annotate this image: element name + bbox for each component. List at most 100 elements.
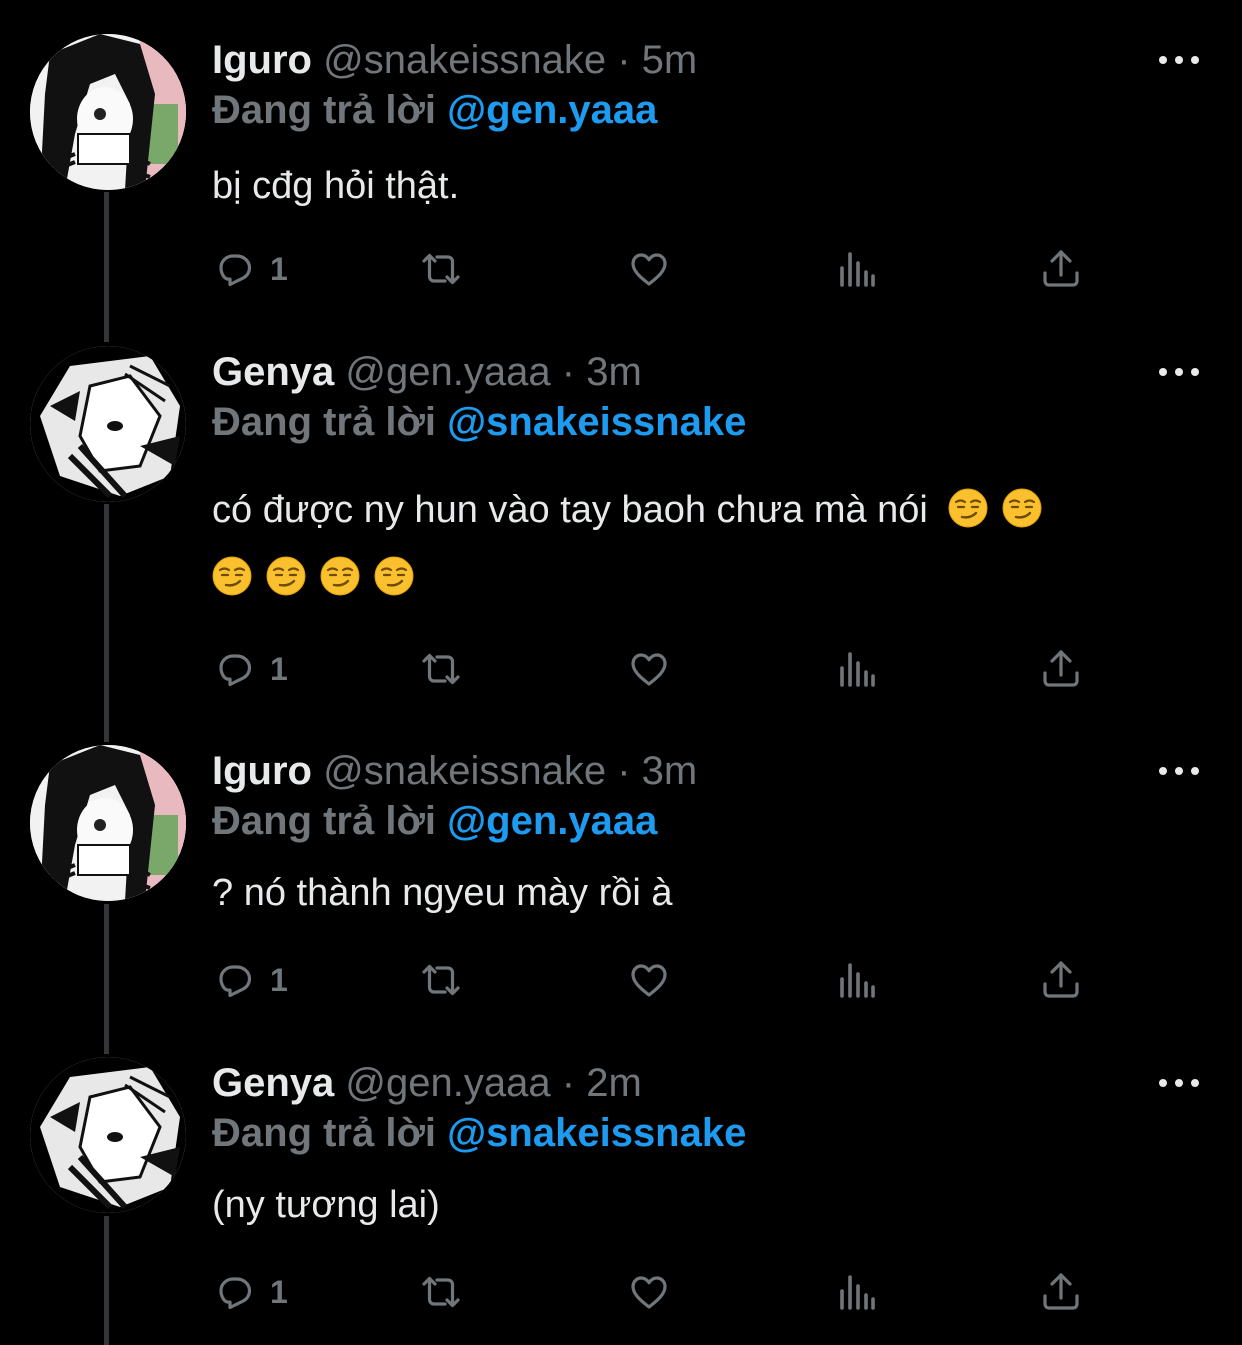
- iguro-avatar: [30, 745, 186, 901]
- views-button[interactable]: [833, 244, 879, 294]
- reply-count: 1: [270, 650, 288, 687]
- like-icon: [631, 253, 667, 286]
- reply-count: 1: [270, 250, 288, 287]
- like-button[interactable]: [626, 955, 672, 1005]
- thread-line: [104, 904, 109, 1054]
- views-icon: [840, 252, 875, 287]
- action-bar: 1: [212, 644, 1092, 694]
- display-name[interactable]: Iguro: [212, 749, 312, 793]
- smirking-face-icon: [374, 556, 414, 596]
- display-name[interactable]: Genya: [212, 350, 334, 394]
- replying-to: Đang trả lời @gen.yaaa: [212, 795, 657, 847]
- avatar[interactable]: [30, 346, 186, 502]
- share-button[interactable]: [1038, 644, 1084, 694]
- genya-avatar: [30, 1057, 186, 1213]
- user-handle[interactable]: @snakeissnake: [323, 38, 606, 82]
- retweet-icon: [422, 253, 460, 285]
- views-icon: [840, 1275, 875, 1310]
- share-icon: [1043, 1273, 1079, 1310]
- smirking-face-icon: [948, 488, 989, 528]
- tweet-text-content: có được ny hun vào tay baoh chưa mà nói: [212, 489, 928, 531]
- thread-line: [104, 192, 109, 342]
- tweet-text: có được ny hun vào tay baoh chưa mà nói: [212, 476, 1202, 612]
- reply-button[interactable]: 1: [212, 1267, 288, 1317]
- more-icon[interactable]: [1157, 50, 1201, 70]
- avatar[interactable]: [30, 1057, 186, 1213]
- user-handle[interactable]: @snakeissnake: [323, 749, 606, 793]
- tweet-header: Iguro @snakeissnake · 5m: [212, 34, 697, 86]
- avatar[interactable]: [30, 34, 186, 190]
- replying-to: Đang trả lời @snakeissnake: [212, 396, 746, 448]
- smirking-face-icon: [266, 556, 306, 596]
- thread-line: [104, 504, 109, 742]
- action-bar: 1: [212, 1267, 1092, 1317]
- share-button[interactable]: [1038, 244, 1084, 294]
- tweet-header: Genya @gen.yaaa · 3m: [212, 346, 642, 398]
- retweet-icon: [422, 964, 460, 996]
- share-button[interactable]: [1038, 955, 1084, 1005]
- like-icon: [631, 964, 667, 997]
- tweet-text: (ny tương lai): [212, 1184, 440, 1226]
- tweet-text: ? nó thành ngyeu mày rồi à: [212, 872, 673, 914]
- timestamp[interactable]: 5m: [642, 38, 698, 82]
- timestamp[interactable]: 3m: [586, 350, 642, 394]
- views-icon: [840, 652, 875, 687]
- avatar[interactable]: [30, 745, 186, 901]
- replying-to: Đang trả lời @gen.yaaa: [212, 84, 657, 136]
- share-icon: [1043, 961, 1079, 998]
- smirking-face-icon: [212, 556, 252, 596]
- genya-avatar: [30, 346, 186, 502]
- like-button[interactable]: [626, 1267, 672, 1317]
- display-name[interactable]: Iguro: [212, 38, 312, 82]
- views-icon: [840, 963, 875, 998]
- reply-icon: [219, 1277, 252, 1310]
- smirking-face-icon: [320, 556, 360, 596]
- reply-icon: [219, 965, 252, 998]
- like-button[interactable]: [626, 244, 672, 294]
- replying-to-user[interactable]: @snakeissnake: [447, 400, 746, 444]
- more-icon[interactable]: [1157, 761, 1201, 781]
- views-button[interactable]: [833, 955, 879, 1005]
- timestamp[interactable]: 2m: [586, 1061, 642, 1105]
- like-icon: [631, 653, 667, 686]
- reply-count: 1: [270, 961, 288, 998]
- separator-dot: ·: [617, 38, 631, 82]
- thread-line: [104, 1216, 109, 1345]
- retweet-icon: [422, 1276, 460, 1308]
- replying-to-label: Đang trả lời: [212, 799, 437, 843]
- reply-count: 1: [270, 1273, 288, 1310]
- views-button[interactable]: [833, 1267, 879, 1317]
- replying-to-label: Đang trả lời: [212, 400, 437, 444]
- reply-button[interactable]: 1: [212, 644, 288, 694]
- retweet-button[interactable]: [418, 1267, 464, 1317]
- tweet-header: Iguro @snakeissnake · 3m: [212, 745, 697, 797]
- views-button[interactable]: [833, 644, 879, 694]
- like-button[interactable]: [626, 644, 672, 694]
- share-button[interactable]: [1038, 1267, 1084, 1317]
- timestamp[interactable]: 3m: [642, 749, 698, 793]
- replying-to-user[interactable]: @gen.yaaa: [447, 799, 657, 843]
- replying-to-user[interactable]: @gen.yaaa: [447, 88, 657, 132]
- more-icon[interactable]: [1157, 1073, 1201, 1093]
- replying-to: Đang trả lời @snakeissnake: [212, 1107, 746, 1159]
- smirking-face-icon: [1002, 488, 1043, 528]
- separator-dot: ·: [561, 1061, 576, 1105]
- reply-button[interactable]: 1: [212, 955, 288, 1005]
- reply-icon: [219, 654, 252, 687]
- display-name[interactable]: Genya: [212, 1061, 334, 1105]
- tweet-header: Genya @gen.yaaa · 2m: [212, 1057, 642, 1109]
- retweet-button[interactable]: [418, 644, 464, 694]
- iguro-avatar: [30, 34, 186, 190]
- reply-button[interactable]: 1: [212, 244, 288, 294]
- replying-to-label: Đang trả lời: [212, 1111, 437, 1155]
- user-handle[interactable]: @gen.yaaa: [345, 350, 550, 394]
- reply-icon: [219, 254, 252, 287]
- retweet-button[interactable]: [418, 955, 464, 1005]
- user-handle[interactable]: @gen.yaaa: [345, 1061, 550, 1105]
- like-icon: [631, 1276, 667, 1309]
- replying-to-user[interactable]: @snakeissnake: [447, 1111, 746, 1155]
- more-icon[interactable]: [1157, 362, 1201, 382]
- retweet-button[interactable]: [418, 244, 464, 294]
- tweet-text: bị cđg hỏi thật.: [212, 165, 460, 207]
- action-bar: 1: [212, 955, 1092, 1005]
